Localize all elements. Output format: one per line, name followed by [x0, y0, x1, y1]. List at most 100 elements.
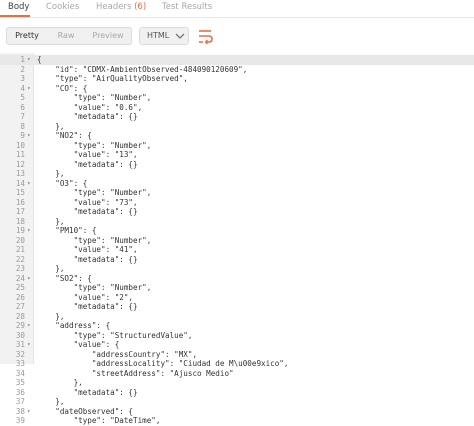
chevron-down-icon: [175, 33, 185, 39]
code-line: 34 "streetAddress": "Ajusco Medio": [0, 369, 474, 379]
code-text: "type": "Number",: [37, 235, 152, 245]
code-text: "addressCountry": "MX",: [37, 349, 198, 359]
code-text: "type": "Number",: [37, 188, 152, 197]
code-text: "metadata": {}: [37, 112, 138, 121]
fold-toggle-icon[interactable]: ▾: [27, 340, 31, 350]
line-number: 4: [20, 83, 25, 93]
line-number: 11: [15, 150, 25, 159]
tab-body[interactable]: Body: [8, 2, 29, 12]
line-number: 5: [20, 93, 25, 102]
fold-toggle-icon[interactable]: ▾: [27, 321, 31, 331]
code-text: "metadata": {}: [37, 254, 138, 264]
code-line: 14 ▾ "O3": {: [0, 179, 474, 189]
tab-cookies[interactable]: Cookies: [46, 2, 79, 12]
code-text: "value": "13",: [37, 150, 138, 159]
code-line: 3 "type": "AirQualityObserved",: [0, 74, 474, 84]
line-number: 32: [15, 349, 25, 359]
line-number: 38: [15, 406, 25, 416]
fold-toggle-icon[interactable]: ▾: [27, 179, 31, 189]
code-text: "type": "Number",: [37, 283, 152, 292]
line-number: 12: [15, 159, 25, 169]
code-text: "metadata": {}: [37, 302, 138, 311]
line-number: 16: [15, 197, 25, 207]
code-text: "PM10": {: [37, 226, 97, 235]
code-text: "type": "Number",: [37, 140, 152, 150]
code-line: 7 "metadata": {}: [0, 112, 474, 122]
code-text: "value": "0.6",: [37, 102, 143, 112]
fold-toggle-icon[interactable]: ▾: [27, 55, 31, 65]
code-line: 20 "type": "Number",: [0, 236, 474, 246]
line-number: 18: [15, 216, 25, 226]
fold-toggle-icon[interactable]: ▾: [27, 84, 31, 94]
line-number: 30: [15, 330, 25, 340]
code-text: },: [37, 397, 65, 406]
headers-count-badge: (6): [134, 2, 147, 12]
line-number: 25: [15, 283, 25, 292]
view-mode-pretty[interactable]: Pretty: [7, 28, 47, 44]
format-select[interactable]: HTML: [139, 27, 189, 45]
code-text: "streetAddress": "Ajusco Medio": [37, 368, 234, 378]
line-number: 10: [15, 140, 25, 150]
wrap-lines-icon: [199, 30, 213, 45]
line-number: 24: [15, 273, 25, 283]
tab-headers-label: Headers: [96, 2, 132, 12]
wrap-lines-button[interactable]: [195, 26, 215, 46]
code-line: 1 ▾ {: [0, 55, 474, 65]
format-select-value: HTML: [147, 31, 170, 40]
code-line: 15 "type": "Number",: [0, 188, 474, 198]
code-line: 31 ▾ "value": {: [0, 340, 474, 350]
code-line: 37 },: [0, 397, 474, 407]
code-text: "type": "Number",: [37, 93, 152, 102]
code-line: 12 "metadata": {}: [0, 160, 474, 170]
code-line: 4 ▾ "CO": {: [0, 84, 474, 94]
response-body-editor[interactable]: 1 ▾{2 "id": "CDMX-AmbientObserved-4840901…: [0, 53, 474, 425]
code-text: "NO2": {: [37, 131, 92, 140]
line-number: 21: [15, 245, 25, 254]
fold-toggle-icon[interactable]: ▾: [27, 226, 31, 236]
line-number: 39: [15, 416, 25, 425]
line-number: 17: [15, 207, 25, 216]
fold-toggle-icon[interactable]: ▾: [27, 407, 31, 417]
line-number: 23: [15, 264, 25, 273]
line-number: 37: [15, 397, 25, 406]
code-line: 22 "metadata": {}: [0, 255, 474, 265]
code-text: "metadata": {}: [37, 207, 138, 216]
fold-toggle-icon[interactable]: ▾: [27, 274, 31, 284]
line-number: 31: [15, 340, 25, 349]
line-number: 8: [20, 121, 25, 131]
line-number: 9: [20, 131, 25, 140]
code-line: 24 ▾ "SO2": {: [0, 274, 474, 284]
code-text: "dateObserved": {: [37, 406, 134, 416]
line-number: 34: [15, 368, 25, 378]
code-text: },: [37, 311, 65, 321]
code-text: "value": {: [37, 340, 120, 349]
view-mode-preview[interactable]: Preview: [85, 28, 131, 44]
code-line: 38 ▾ "dateObserved": {: [0, 407, 474, 417]
code-text: "address": {: [37, 321, 111, 330]
view-mode-switcher: Pretty Raw Preview: [6, 27, 132, 45]
code-line: 5 "type": "Number",: [0, 93, 474, 103]
line-number: 13: [15, 169, 25, 178]
line-number: 6: [20, 102, 25, 112]
line-number: 20: [15, 235, 25, 245]
code-line: 19 ▾ "PM10": {: [0, 226, 474, 236]
tab-headers[interactable]: Headers (6): [96, 2, 146, 12]
code-line: 28 },: [0, 312, 474, 322]
tab-test-results[interactable]: Test Results: [162, 2, 212, 12]
code-line: 35 },: [0, 378, 474, 388]
fold-toggle-icon[interactable]: ▾: [27, 131, 31, 141]
line-number: 22: [15, 254, 25, 264]
line-number: 35: [15, 378, 25, 387]
view-mode-raw[interactable]: Raw: [47, 28, 85, 44]
active-tab-indicator: [0, 15, 30, 17]
code-text: "SO2": {: [37, 273, 92, 283]
code-line: 21 "value": "41",: [0, 245, 474, 255]
code-line: 36 "metadata": {}: [0, 388, 474, 398]
line-number: 28: [15, 311, 25, 321]
code-line: 8 },: [0, 122, 474, 132]
code-line: 23 },: [0, 264, 474, 274]
code-line: 29 ▾ "address": {: [0, 321, 474, 331]
code-line: 30 "type": "StructuredValue",: [0, 331, 474, 341]
code-line: 32 "addressCountry": "MX",: [0, 350, 474, 360]
code-text: },: [37, 378, 83, 387]
